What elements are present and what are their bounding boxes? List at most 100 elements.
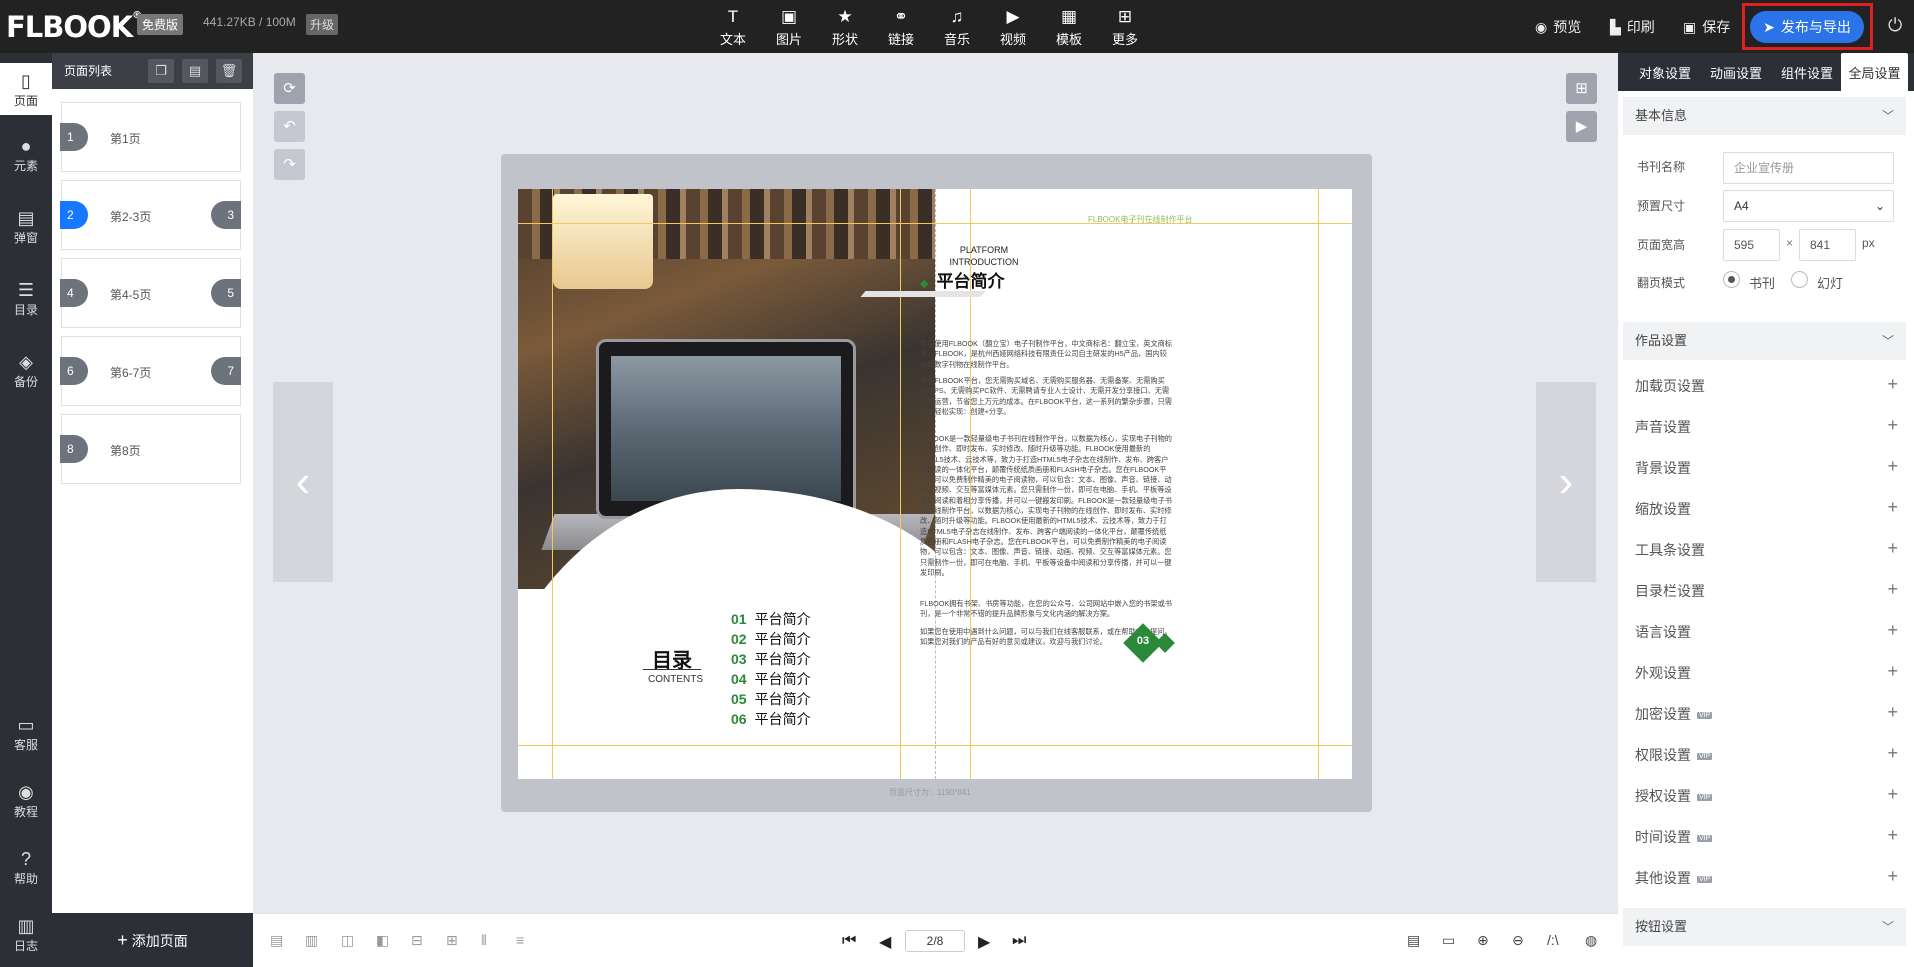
tool-text[interactable]: T 文本 (709, 7, 757, 48)
copy-page-icon[interactable]: ❐ (148, 59, 174, 83)
tab-global[interactable]: 全局设置 (1841, 53, 1908, 91)
zoom-in-icon[interactable]: ⊕ (1477, 932, 1489, 949)
guide-icon[interactable]: /:\ (1547, 932, 1559, 948)
save-button[interactable]: ▣ 保存 (1683, 17, 1730, 37)
tool-shape[interactable]: ★ 形状 (821, 7, 869, 48)
setting-language[interactable]: 语言设置 + (1635, 620, 1906, 642)
flip-book-radio[interactable] (1723, 271, 1740, 288)
right-page-header[interactable]: FLBOOK电子刊在线制作平台 (1088, 214, 1192, 225)
toc-item[interactable]: 04 平台简介 (731, 669, 811, 689)
tab-object[interactable]: 对象设置 (1639, 53, 1691, 91)
page-thumb-1[interactable]: 1 第1页 (60, 102, 241, 172)
setting-time[interactable]: 时间设置 VIP + (1635, 825, 1906, 847)
nav-log[interactable]: ▥ 日志 (0, 915, 52, 954)
duplicate-page-icon[interactable]: ▤ (182, 59, 208, 83)
tab-component[interactable]: 组件设置 (1781, 53, 1833, 91)
platform-en-title[interactable]: PLATFORM INTRODUCTION (938, 244, 1030, 268)
align-left-icon[interactable]: ▤ (270, 932, 283, 949)
nav-popup[interactable]: ▤ 弹窗 (0, 207, 52, 246)
book-name-input[interactable]: 企业宣传册 (1723, 152, 1894, 184)
first-page-icon[interactable]: ⏮ (842, 932, 856, 950)
page-indicator-input[interactable]: 2/8 (905, 930, 965, 952)
distribute-v-icon[interactable]: ≡ (516, 932, 524, 948)
nav-element[interactable]: ● 元素 (0, 135, 52, 174)
page-thumb-4-5[interactable]: 4 第4-5页 5 (60, 258, 241, 328)
next-page-icon[interactable]: ▶ (978, 932, 990, 952)
add-page-button[interactable]: + 添加页面 (52, 913, 253, 967)
redo-icon[interactable]: ↷ (274, 149, 305, 180)
toc-item[interactable]: 05 平台简介 (731, 689, 811, 709)
upgrade-button[interactable]: 升级 (306, 14, 339, 35)
setting-authorization[interactable]: 授权设置 VIP + (1635, 784, 1906, 806)
setting-loading[interactable]: 加载页设置 + (1635, 374, 1906, 396)
tool-image[interactable]: ▣ 图片 (765, 7, 813, 48)
preview-button[interactable]: ◉ 预览 (1535, 17, 1581, 37)
body-paragraph[interactable]: 使用FLBOOK平台，您无需购买域名、无需购买服务器、无需备案、无需购买HTTP… (920, 376, 1172, 417)
setting-toolbar[interactable]: 工具条设置 + (1635, 538, 1906, 560)
section-button-settings[interactable]: 按钮设置 ﹀ (1623, 908, 1906, 946)
zoom-out-icon[interactable]: ⊖ (1512, 932, 1524, 949)
page-thumb-2-3[interactable]: 2 第2-3页 3 (60, 180, 241, 250)
setting-encryption[interactable]: 加密设置 VIP + (1635, 702, 1906, 724)
body-paragraph[interactable]: FLBOOK是一款轻量级电子书刊在线制作平台，以数据为核心，实现电子刊物的在线创… (920, 434, 1172, 578)
section-basic-info[interactable]: 基本信息 ﹀ (1623, 97, 1906, 135)
nav-catalog[interactable]: ☰ 目录 (0, 279, 52, 318)
page-height-input[interactable]: 841 (1799, 229, 1856, 261)
nav-tutorial[interactable]: ◉ 教程 (0, 781, 52, 820)
setting-sound[interactable]: 声音设置 + (1635, 415, 1906, 437)
toc-subtitle[interactable]: CONTENTS (648, 674, 703, 685)
body-paragraph[interactable]: FLBOOK拥有书架、书房等功能，在您的公众号、公司网站中嵌入您的书架或书刊，是… (920, 599, 1172, 620)
toc-item[interactable]: 02 平台简介 (731, 629, 811, 649)
play-icon[interactable]: ▶ (1566, 111, 1597, 142)
align-top-icon[interactable]: ◧ (376, 932, 389, 949)
document-icon[interactable]: ▤ (1407, 932, 1420, 949)
setting-zoom[interactable]: 缩放设置 + (1635, 497, 1906, 519)
flip-slide-radio[interactable] (1791, 271, 1808, 288)
setting-catalog-bar[interactable]: 目录栏设置 + (1635, 579, 1906, 601)
prev-page-arrow[interactable]: ‹ (273, 382, 333, 582)
undo-icon[interactable]: ↶ (274, 111, 305, 142)
toc-item[interactable]: 03 平台简介 (731, 649, 811, 669)
nav-page[interactable]: ▯ 页面 (0, 63, 52, 115)
nav-backup[interactable]: ◈ 备份 (0, 351, 52, 390)
platform-title[interactable]: ◆ 平台简介 (920, 267, 1004, 292)
body-paragraph[interactable]: 欢迎使用FLBOOK（翻立宝）电子刊制作平台，中文商标名：翻立宝，英文商标名：F… (920, 339, 1172, 370)
preset-size-select[interactable]: A4 ⌄ (1723, 190, 1894, 222)
page-thumb-8[interactable]: 8 第8页 (60, 414, 241, 484)
section-works-settings[interactable]: 作品设置 ﹀ (1623, 322, 1906, 360)
publish-export-button[interactable]: ➤ 发布与导出 (1750, 11, 1864, 43)
prev-page-icon[interactable]: ◀ (879, 932, 891, 952)
tool-more[interactable]: ⊞ 更多 (1101, 7, 1149, 48)
toc-item[interactable]: 06 平台简介 (731, 709, 811, 729)
setting-other[interactable]: 其他设置 VIP + (1635, 866, 1906, 888)
tool-music[interactable]: ♫ 音乐 (933, 7, 981, 48)
toc-item[interactable]: 01 平台简介 (731, 609, 811, 629)
add-page-icon[interactable]: ⊞ (1566, 73, 1597, 104)
setting-background[interactable]: 背景设置 + (1635, 456, 1906, 478)
align-right-icon[interactable]: ▥ (305, 932, 318, 949)
grid-icon[interactable]: ▭ (1442, 932, 1455, 949)
nav-service[interactable]: ▭ 客服 (0, 714, 52, 753)
history-icon[interactable]: ⟳ (274, 73, 305, 104)
editor-canvas[interactable]: ⟳ ↶ ↷ ⊞ ▶ ‹ › 目录 CONTENTS 01 平台简介 02 平台简… (253, 53, 1618, 913)
align-vcenter-icon[interactable]: ⊟ (411, 932, 423, 949)
tool-template[interactable]: ▦ 模板 (1045, 7, 1093, 48)
delete-page-icon[interactable]: 🗑 (216, 59, 242, 83)
page-width-input[interactable]: 595 (1723, 229, 1780, 261)
distribute-h-icon[interactable]: ⫴ (481, 932, 487, 949)
nav-help[interactable]: ? 帮助 (0, 848, 52, 887)
book-spread[interactable]: 目录 CONTENTS 01 平台简介 02 平台简介 03 平台简介 04 平台简介 … (518, 189, 1352, 779)
last-page-icon[interactable]: ⏭ (1012, 932, 1026, 950)
settings-icon[interactable]: ◍ (1585, 932, 1597, 949)
page-thumb-6-7[interactable]: 6 第6-7页 7 (60, 336, 241, 406)
tool-video[interactable]: ▶ 视频 (989, 7, 1037, 48)
power-icon[interactable]: ⏻ (1888, 15, 1902, 36)
next-page-arrow[interactable]: › (1536, 382, 1596, 582)
setting-permission[interactable]: 权限设置 VIP + (1635, 743, 1906, 765)
tool-link[interactable]: ⚭ 链接 (877, 7, 925, 48)
tab-animation[interactable]: 动画设置 (1710, 53, 1762, 91)
print-button[interactable]: ▙ 印刷 (1610, 17, 1655, 37)
align-bottom-icon[interactable]: ⊞ (446, 932, 458, 949)
setting-appearance[interactable]: 外观设置 + (1635, 661, 1906, 683)
align-hcenter-icon[interactable]: ◫ (341, 932, 354, 949)
